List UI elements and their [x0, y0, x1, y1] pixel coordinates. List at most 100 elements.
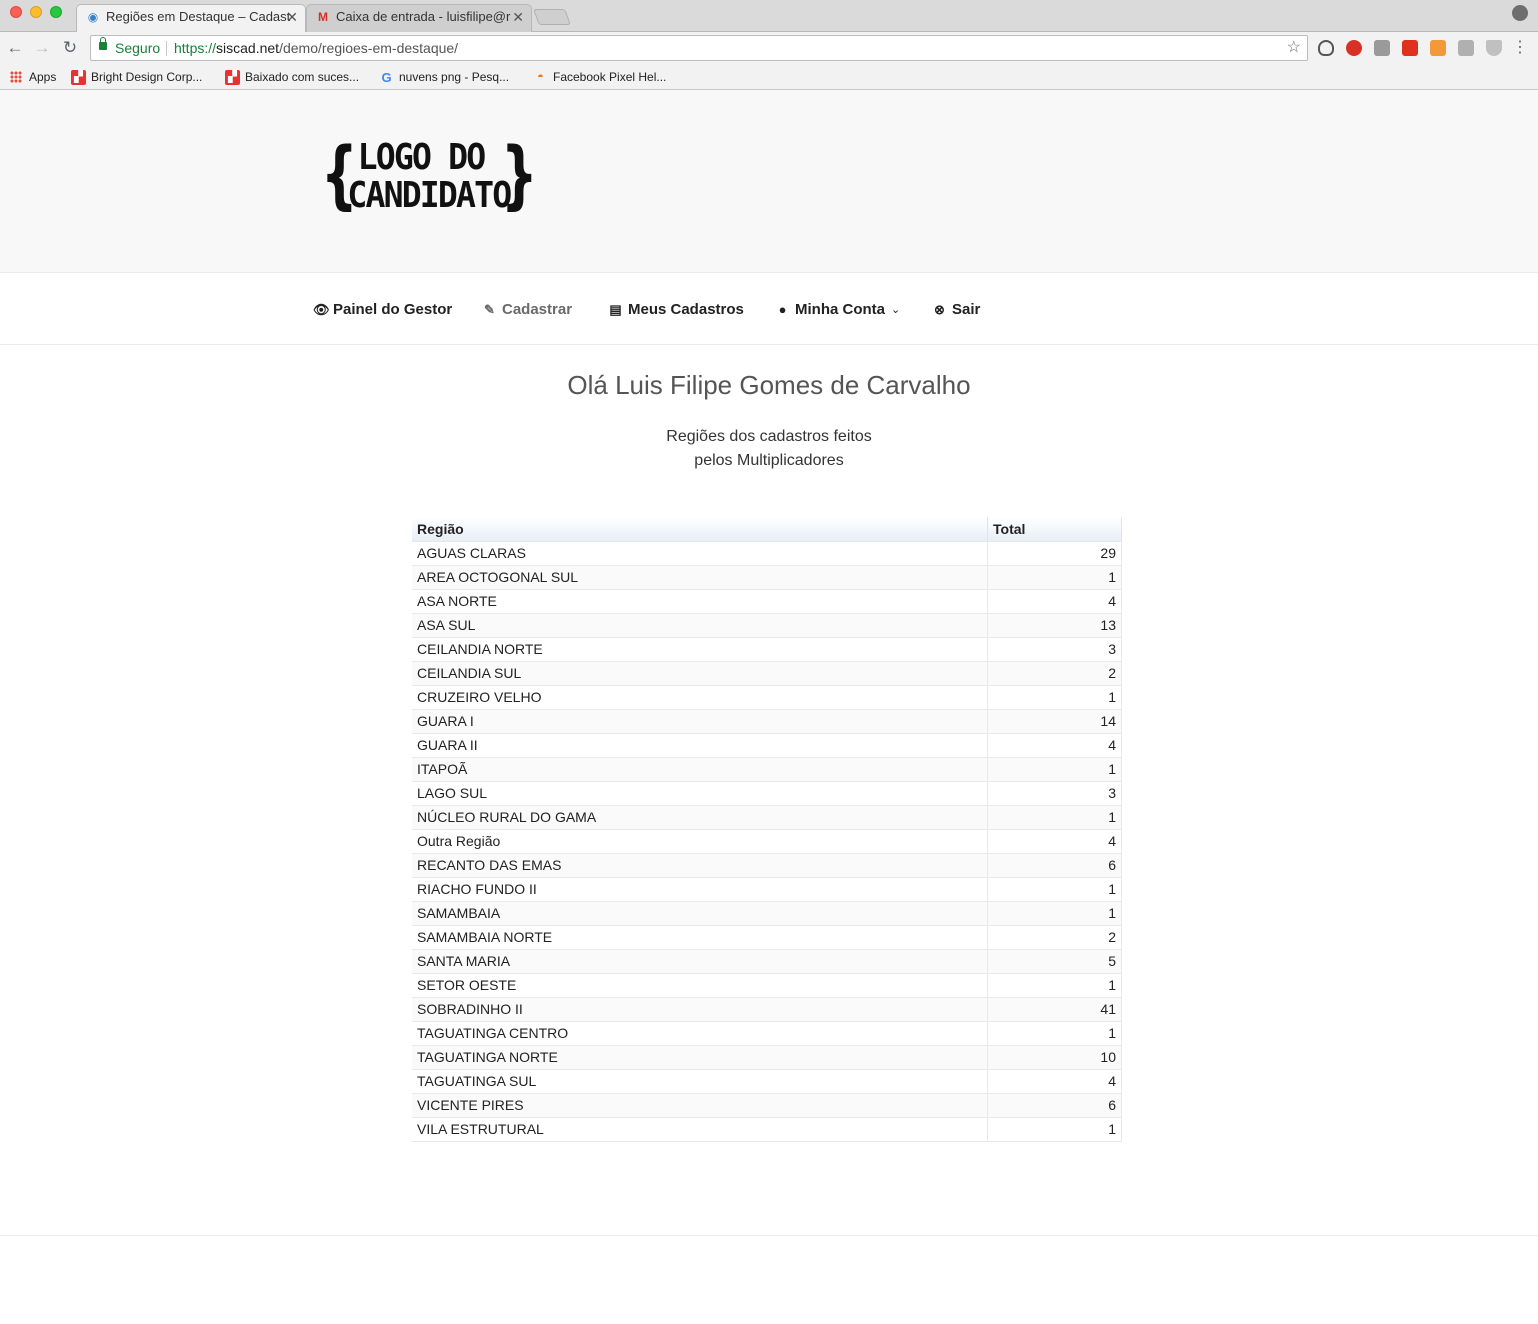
code-extension-icon[interactable] [1458, 40, 1474, 56]
region-total-cell: 1 [987, 1020, 1122, 1045]
site-header: { LOGO DO CANDIDATO } [0, 90, 1538, 273]
shield-extension-icon[interactable] [1318, 40, 1334, 56]
region-name-cell: RIACHO FUNDO II [412, 876, 988, 901]
region-total-cell: 1 [987, 756, 1122, 781]
region-name-cell: RECANTO DAS EMAS [412, 852, 988, 877]
bookmark-bright-design[interactable]: ▞ Bright Design Corp... [71, 68, 202, 86]
table-row: SOBRADINHO II 41 [412, 996, 1122, 1021]
table-row: SAMAMBAIA NORTE 2 [412, 924, 1122, 949]
region-total-cell: 5 [987, 948, 1122, 973]
table-row: LAGO SUL 3 [412, 780, 1122, 805]
user-icon: ● [778, 302, 787, 317]
region-name-cell: SOBRADINHO II [412, 996, 988, 1021]
new-tab-button[interactable] [533, 9, 571, 25]
table-row: CRUZEIRO VELHO 1 [412, 684, 1122, 709]
region-name-cell: CEILANDIA NORTE [412, 636, 988, 661]
region-total-cell: 4 [987, 1068, 1122, 1093]
region-name-cell: SAMAMBAIA NORTE [412, 924, 988, 949]
table-row: TAGUATINGA NORTE 10 [412, 1044, 1122, 1069]
table-row: NÚCLEO RURAL DO GAMA 1 [412, 804, 1122, 829]
region-total-cell: 1 [987, 804, 1122, 829]
footer-divider [0, 1235, 1538, 1236]
region-total-cell: 13 [987, 612, 1122, 637]
adblock-extension-icon[interactable] [1346, 40, 1362, 56]
forward-arrow-icon[interactable]: → [32, 38, 52, 58]
region-name-cell: SANTA MARIA [412, 948, 988, 973]
column-header-total[interactable]: Total [987, 517, 1122, 541]
browser-menu-icon[interactable]: ⋮ [1512, 38, 1528, 58]
table-row: SANTA MARIA 5 [412, 948, 1122, 973]
pixel-helper-icon: ◓ [537, 71, 544, 83]
region-total-cell: 2 [987, 660, 1122, 685]
bookmark-facebook-pixel[interactable]: ◓ Facebook Pixel Hel... [533, 68, 666, 86]
window-close-button[interactable] [10, 6, 22, 18]
table-row: RIACHO FUNDO II 1 [412, 876, 1122, 901]
apps-grid-icon [10, 71, 22, 83]
region-name-cell: TAGUATINGA NORTE [412, 1044, 988, 1069]
profile-avatar-icon[interactable] [1512, 5, 1528, 21]
browser-tab-active[interactable]: ◉ Regiões em Destaque – Cadast ✕ [76, 4, 306, 32]
secure-label: Seguro [115, 40, 161, 56]
address-bar[interactable]: Seguro https://siscad.net/demo/regioes-e… [90, 35, 1308, 61]
region-name-cell: ASA SUL [412, 612, 988, 637]
region-name-cell: ASA NORTE [412, 588, 988, 613]
camera-extension-icon[interactable] [1374, 40, 1390, 56]
document-icon: ▤ [609, 302, 622, 317]
region-total-cell: 10 [987, 1044, 1122, 1069]
gmail-favicon-icon: M [318, 10, 328, 24]
site-logo[interactable]: { LOGO DO CANDIDATO } [313, 133, 538, 219]
regions-table: Região Total AGUAS CLARAS 29 AREA OCTOGONA… [412, 517, 1122, 1142]
table-row: SAMAMBAIA 1 [412, 900, 1122, 925]
region-name-cell: TAGUATINGA SUL [412, 1068, 988, 1093]
region-total-cell: 4 [987, 732, 1122, 757]
nav-minha-conta[interactable]: ● Minha Conta ⌄ [775, 301, 901, 321]
orange-extension-icon[interactable] [1430, 40, 1446, 56]
reload-icon[interactable]: ↻ [60, 38, 80, 58]
table-row: VILA ESTRUTURAL 1 [412, 1116, 1122, 1142]
page: { LOGO DO CANDIDATO } 👁 Painel do Gestor… [0, 90, 1538, 1324]
region-total-cell: 6 [987, 852, 1122, 877]
nav-meus-cadastros[interactable]: ▤ Meus Cadastros [608, 301, 744, 321]
bookmarks-bar: Apps ▞ Bright Design Corp... ▞ Baixado c… [0, 64, 1538, 90]
tab-title: Caixa de entrada - luisfilipe@r [336, 9, 511, 24]
column-header-regiao[interactable]: Região [412, 517, 988, 541]
region-name-cell: ITAPOÃ [412, 756, 988, 781]
table-row: VICENTE PIRES 6 [412, 1092, 1122, 1117]
table-row: TAGUATINGA CENTRO 1 [412, 1020, 1122, 1045]
page-subtitle: Regiões dos cadastros feitos pelos Multi… [666, 428, 872, 469]
nav-cadastrar[interactable]: ✎ Cadastrar [482, 301, 572, 321]
bookmark-star-icon[interactable]: ☆ [1287, 36, 1301, 60]
nav-painel-do-gestor[interactable]: 👁 Painel do Gestor [313, 301, 452, 321]
back-arrow-icon[interactable]: ← [5, 38, 25, 58]
bookmark-baixado[interactable]: ▞ Baixado com suces... [225, 68, 359, 86]
browser-tab-gmail[interactable]: M Caixa de entrada - luisfilipe@r ✕ [306, 4, 532, 32]
region-name-cell: VILA ESTRUTURAL [412, 1116, 988, 1142]
bookmark-nuvens[interactable]: G nuvens png - Pesq... [379, 68, 509, 86]
table-row: ASA SUL 13 [412, 612, 1122, 637]
region-total-cell: 41 [987, 996, 1122, 1021]
window-minimize-button[interactable] [30, 6, 42, 18]
region-total-cell: 6 [987, 1092, 1122, 1117]
table-row: CEILANDIA SUL 2 [412, 660, 1122, 685]
bookmark-apps[interactable]: Apps [9, 68, 56, 86]
nav-sair[interactable]: ⊗ Sair [932, 301, 980, 321]
download-extension-icon[interactable] [1486, 40, 1502, 56]
chevron-down-icon: ⌄ [891, 304, 901, 316]
tab-close-icon[interactable]: ✕ [286, 4, 298, 30]
window-zoom-button[interactable] [50, 6, 62, 18]
table-row: AREA OCTOGONAL SUL 1 [412, 564, 1122, 589]
tab-title: Regiões em Destaque – Cadast [106, 9, 291, 24]
tab-close-icon[interactable]: ✕ [512, 4, 524, 30]
close-circle-icon: ⊗ [934, 302, 945, 317]
region-total-cell: 4 [987, 828, 1122, 853]
youtube-extension-icon[interactable] [1402, 40, 1418, 56]
region-total-cell: 1 [987, 684, 1122, 709]
eye-icon: 👁 [313, 302, 330, 317]
main-nav: 👁 Painel do Gestor ✎ Cadastrar ▤ Meus Ca… [0, 273, 1538, 345]
region-name-cell: CRUZEIRO VELHO [412, 684, 988, 709]
region-total-cell: 29 [987, 540, 1122, 565]
region-name-cell: VICENTE PIRES [412, 1092, 988, 1117]
logo-text: LOGO DO CANDIDATO [347, 137, 512, 216]
region-total-cell: 3 [987, 780, 1122, 805]
region-name-cell: TAGUATINGA CENTRO [412, 1020, 988, 1045]
